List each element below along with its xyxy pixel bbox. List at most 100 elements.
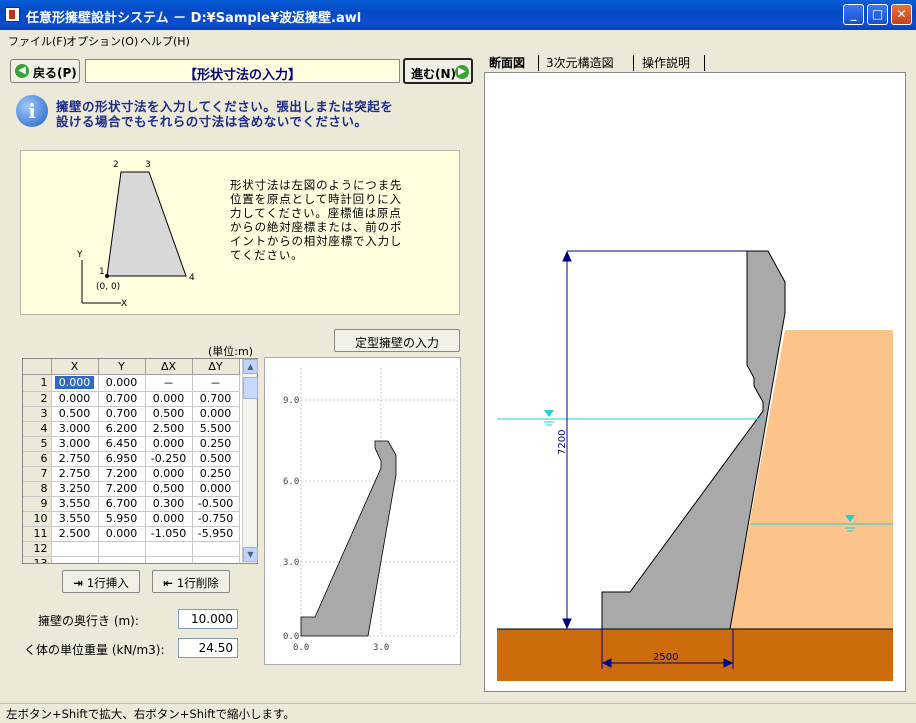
- table-cell[interactable]: 0.250: [192, 466, 240, 482]
- selected-cell-value[interactable]: 0.000: [54, 376, 95, 389]
- table-row[interactable]: 6 2.750 6.950 -0.250 0.500: [23, 451, 240, 467]
- minimize-button[interactable]: _: [843, 4, 864, 25]
- table-cell[interactable]: -0.250: [145, 451, 193, 467]
- table-row[interactable]: 13: [23, 556, 240, 563]
- table-cell[interactable]: [51, 541, 99, 557]
- next-button[interactable]: 進む(N) ▶: [403, 58, 473, 84]
- table-cell[interactable]: [145, 541, 193, 557]
- table-cell[interactable]: 0.000: [145, 436, 193, 452]
- dim-arrow: [562, 250, 572, 262]
- table-cell[interactable]: 7.200: [98, 466, 146, 482]
- section-view-canvas[interactable]: 7200 2500: [484, 72, 906, 692]
- table-cell[interactable]: [98, 541, 146, 557]
- menu-help[interactable]: ヘルプ(H): [140, 33, 190, 49]
- table-cell[interactable]: 0.000: [98, 374, 146, 392]
- table-scrollbar[interactable]: ▲ ▼: [242, 359, 258, 563]
- col-header-x[interactable]: X: [51, 359, 99, 375]
- table-cell[interactable]: 2.750: [51, 466, 99, 482]
- table-cell[interactable]: 3.550: [51, 496, 99, 512]
- table-cell[interactable]: -5.950: [192, 526, 240, 542]
- scroll-down-icon[interactable]: ▼: [243, 547, 258, 562]
- table-cell[interactable]: 6.450: [98, 436, 146, 452]
- col-header-dx[interactable]: ΔX: [145, 359, 193, 375]
- tab-3d-structure[interactable]: 3次元構造図: [546, 54, 614, 72]
- table-row[interactable]: 7 2.750 7.200 0.000 0.250: [23, 466, 240, 482]
- standard-wall-button[interactable]: 定型擁壁の入力: [334, 329, 460, 352]
- tab-instructions[interactable]: 操作説明: [642, 54, 690, 72]
- table-row[interactable]: 8 3.250 7.200 0.500 0.000: [23, 481, 240, 497]
- table-cell[interactable]: 5.500: [192, 421, 240, 437]
- col-header-y[interactable]: Y: [98, 359, 146, 375]
- insert-row-button[interactable]: ⇥ 1行挿入: [62, 570, 140, 593]
- table-cell[interactable]: 7.200: [98, 481, 146, 497]
- tab-section[interactable]: 断面図: [489, 54, 525, 72]
- table-cell[interactable]: 6.200: [98, 421, 146, 437]
- table-row[interactable]: 1 0.000 0.000 －－: [23, 374, 240, 392]
- table-cell[interactable]: [192, 541, 240, 557]
- table-cell[interactable]: 0.000: [145, 511, 193, 527]
- x-tick: 3.0: [373, 643, 389, 653]
- table-row[interactable]: 3 0.500 0.700 0.500 0.000: [23, 406, 240, 422]
- table-cell[interactable]: －: [145, 374, 193, 392]
- table-cell[interactable]: 0.300: [145, 496, 193, 512]
- table-cell[interactable]: 0.000: [192, 481, 240, 497]
- table-cell[interactable]: [145, 556, 193, 563]
- unit-weight-field[interactable]: 24.50: [178, 638, 238, 658]
- table-cell[interactable]: 2.500: [145, 421, 193, 437]
- table-cell[interactable]: [51, 556, 99, 563]
- table-cell[interactable]: 3.250: [51, 481, 99, 497]
- depth-field[interactable]: 10.000: [178, 609, 238, 629]
- menu-file[interactable]: ファイル(F): [8, 33, 67, 49]
- table-cell[interactable]: 0.700: [98, 391, 146, 407]
- scroll-thumb[interactable]: [243, 377, 258, 399]
- table-cell[interactable]: 0.000: [51, 374, 99, 392]
- table-cell[interactable]: 0.000: [145, 391, 193, 407]
- table-cell[interactable]: 2.500: [51, 526, 99, 542]
- table-cell[interactable]: 0.500: [145, 481, 193, 497]
- table-cell[interactable]: 6.700: [98, 496, 146, 512]
- scroll-up-icon[interactable]: ▲: [243, 359, 258, 374]
- table-cell[interactable]: 0.700: [98, 406, 146, 422]
- table-cell[interactable]: 0.000: [98, 526, 146, 542]
- table-cell[interactable]: [192, 556, 240, 563]
- table-cell[interactable]: -0.750: [192, 511, 240, 527]
- help-line: 形状寸法は左図のようにつま先: [230, 178, 403, 192]
- table-cell[interactable]: 0.700: [192, 391, 240, 407]
- table-cell[interactable]: 2.750: [51, 451, 99, 467]
- table-cell[interactable]: 0.500: [51, 406, 99, 422]
- row-number: 3: [23, 406, 52, 422]
- back-button[interactable]: ◀ 戻る(P): [10, 59, 80, 83]
- coordinate-table[interactable]: X Y ΔX ΔY 1 0.000 0.000 －－ 2 0.000 0.700 0.000 0…: [22, 358, 258, 564]
- table-row[interactable]: 10 3.550 5.950 0.000 -0.750: [23, 511, 240, 527]
- table-cell[interactable]: 0.000: [145, 466, 193, 482]
- preview-svg: 9.0 6.0 3.0 0.0 0.0 3.0: [283, 368, 458, 653]
- table-row[interactable]: 9 3.550 6.700 0.300 -0.500: [23, 496, 240, 512]
- table-cell[interactable]: -0.500: [192, 496, 240, 512]
- table-cell[interactable]: 0.250: [192, 436, 240, 452]
- maximize-button[interactable]: □: [867, 4, 888, 25]
- ground-layer: [497, 629, 893, 681]
- table-cell[interactable]: 5.950: [98, 511, 146, 527]
- table-row[interactable]: 5 3.000 6.450 0.000 0.250: [23, 436, 240, 452]
- table-row[interactable]: 2 0.000 0.700 0.000 0.700: [23, 391, 240, 407]
- menu-options[interactable]: オプション(O): [66, 33, 138, 49]
- dim-arrow: [562, 618, 572, 630]
- table-cell[interactable]: 6.950: [98, 451, 146, 467]
- table-row[interactable]: 4 3.000 6.200 2.500 5.500: [23, 421, 240, 437]
- table-cell[interactable]: 3.000: [51, 436, 99, 452]
- table-cell[interactable]: 0.000: [192, 406, 240, 422]
- table-cell[interactable]: 3.550: [51, 511, 99, 527]
- table-cell[interactable]: 3.000: [51, 421, 99, 437]
- table-cell[interactable]: [98, 556, 146, 563]
- table-cell[interactable]: 0.000: [51, 391, 99, 407]
- col-header-dy[interactable]: ΔY: [192, 359, 240, 375]
- delete-row-button[interactable]: ⇤ 1行削除: [152, 570, 230, 593]
- table-row[interactable]: 12: [23, 541, 240, 557]
- table-cell[interactable]: 0.500: [145, 406, 193, 422]
- origin-dot: [105, 274, 109, 278]
- table-row[interactable]: 11 2.500 0.000 -1.050 -5.950: [23, 526, 240, 542]
- close-button[interactable]: ✕: [891, 4, 912, 25]
- table-cell[interactable]: 0.500: [192, 451, 240, 467]
- table-cell[interactable]: -1.050: [145, 526, 193, 542]
- table-cell[interactable]: －: [192, 374, 240, 392]
